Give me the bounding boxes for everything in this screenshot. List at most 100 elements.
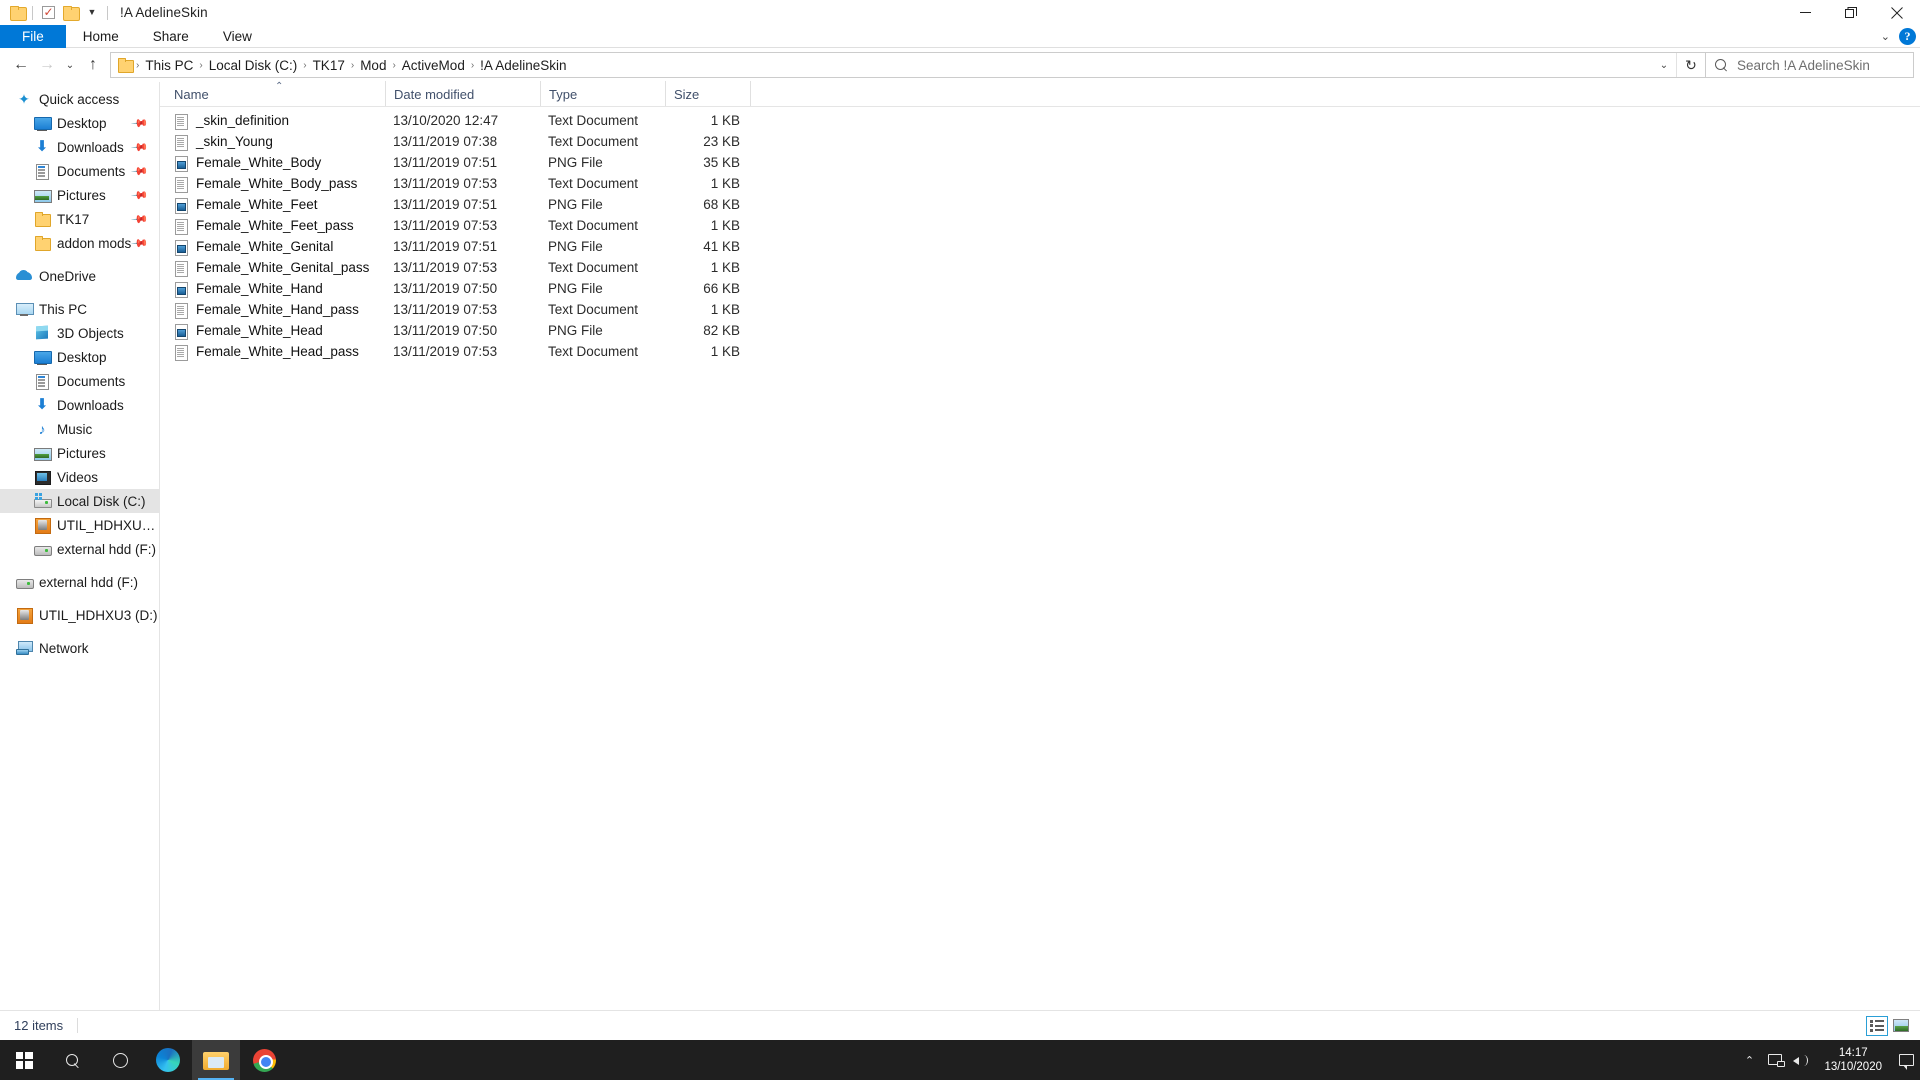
breadcrumb-current-folder[interactable]: !A AdelineSkin bbox=[475, 58, 571, 73]
properties-icon[interactable]: ✓ bbox=[37, 2, 59, 24]
clock-date: 13/10/2020 bbox=[1824, 1061, 1882, 1073]
forward-button[interactable]: → bbox=[34, 52, 60, 78]
sidebar-item-addon-mods[interactable]: addon mods 📌 bbox=[0, 231, 159, 255]
tab-home[interactable]: Home bbox=[66, 25, 136, 48]
table-row[interactable]: _skin_definition 13/10/2020 12:47 Text Doc… bbox=[160, 110, 1920, 131]
breadcrumb-this-pc[interactable]: This PC bbox=[140, 58, 198, 73]
details-view-button[interactable] bbox=[1866, 1015, 1888, 1036]
search-box[interactable]: Search !A AdelineSkin bbox=[1706, 52, 1914, 78]
address-bar[interactable]: › This PC › Local Disk (C:) › TK17 › Mod… bbox=[110, 52, 1706, 78]
table-row[interactable]: Female_White_Hand 13/11/2019 07:50 PNG Fil… bbox=[160, 278, 1920, 299]
sidebar-item-documents-quick[interactable]: Documents 📌 bbox=[0, 159, 159, 183]
file-explorer-button[interactable] bbox=[192, 1040, 240, 1080]
sidebar-item-this-pc[interactable]: This PC bbox=[0, 297, 159, 321]
sidebar-item-onedrive[interactable]: OneDrive bbox=[0, 264, 159, 288]
file-name-cell: Female_White_Hand_pass bbox=[170, 302, 385, 319]
minimize-button[interactable] bbox=[1782, 0, 1828, 25]
table-row[interactable]: Female_White_Body_pass 13/11/2019 07:53 Te… bbox=[160, 173, 1920, 194]
customize-dropdown-icon[interactable]: ▼ bbox=[81, 2, 103, 24]
help-icon[interactable]: ? bbox=[1899, 28, 1916, 45]
file-name-cell: Female_White_Hand bbox=[170, 281, 385, 298]
sidebar-item-local-disk-c[interactable]: Local Disk (C:) bbox=[0, 489, 159, 513]
sidebar-item-downloads-quick[interactable]: ⬇ Downloads 📌 bbox=[0, 135, 159, 159]
pin-icon[interactable]: 📌 bbox=[131, 234, 150, 252]
expand-ribbon-icon[interactable]: ⌄ bbox=[1881, 30, 1890, 43]
pin-icon[interactable]: 📌 bbox=[131, 162, 150, 180]
table-row[interactable]: Female_White_Head 13/11/2019 07:50 PNG Fil… bbox=[160, 320, 1920, 341]
maximize-button[interactable] bbox=[1828, 0, 1874, 25]
table-row[interactable]: Female_White_Genital_pass 13/11/2019 07:5… bbox=[160, 257, 1920, 278]
column-header-row: Name ⌃ Date modified Type Size bbox=[160, 81, 1920, 107]
breadcrumb-mod[interactable]: Mod bbox=[355, 58, 391, 73]
pin-icon[interactable]: 📌 bbox=[131, 138, 150, 156]
show-hidden-icons-button[interactable]: ⌃ bbox=[1736, 1040, 1762, 1080]
network-tray-button[interactable] bbox=[1762, 1040, 1788, 1080]
sidebar-item-desktop-quick[interactable]: Desktop 📌 bbox=[0, 111, 159, 135]
sidebar-item-downloads-pc[interactable]: ⬇ Downloads bbox=[0, 393, 159, 417]
quick-access-toolbar: ✓ ▼ !A AdelineSkin bbox=[0, 0, 208, 25]
sidebar-item-pictures-pc[interactable]: Pictures bbox=[0, 441, 159, 465]
sidebar-item-documents-pc[interactable]: Documents bbox=[0, 369, 159, 393]
file-name-label: Female_White_Feet bbox=[196, 197, 318, 212]
action-center-button[interactable] bbox=[1892, 1040, 1920, 1080]
table-row[interactable]: Female_White_Head_pass 13/11/2019 07:53 Te… bbox=[160, 341, 1920, 362]
breadcrumb-local-disk[interactable]: Local Disk (C:) bbox=[204, 58, 303, 73]
up-button[interactable]: ↑ bbox=[80, 52, 106, 78]
breadcrumb-activemod[interactable]: ActiveMod bbox=[397, 58, 470, 73]
sidebar-item-videos[interactable]: Videos bbox=[0, 465, 159, 489]
close-button[interactable] bbox=[1874, 0, 1920, 25]
volume-icon bbox=[1793, 1054, 1809, 1067]
tab-share[interactable]: Share bbox=[136, 25, 206, 48]
clock[interactable]: 14:17 13/10/2020 bbox=[1814, 1040, 1892, 1080]
table-row[interactable]: Female_White_Body 13/11/2019 07:51 PNG Fil… bbox=[160, 152, 1920, 173]
sidebar-item-external-hdd-f-child[interactable]: external hdd (F:) bbox=[0, 537, 159, 561]
breadcrumb-tk17[interactable]: TK17 bbox=[308, 58, 350, 73]
edge-button[interactable] bbox=[144, 1040, 192, 1080]
sidebar-item-util-hdhxu3-d-child[interactable]: UTIL_HDHXU3 (D:) bbox=[0, 513, 159, 537]
table-row[interactable]: Female_White_Feet_pass 13/11/2019 07:53 Te… bbox=[160, 215, 1920, 236]
png-file-icon bbox=[174, 281, 188, 298]
refresh-icon[interactable]: ↻ bbox=[1676, 53, 1705, 77]
table-row[interactable]: Female_White_Hand_pass 13/11/2019 07:53 Te… bbox=[160, 299, 1920, 320]
sidebar-item-network[interactable]: Network bbox=[0, 636, 159, 660]
new-folder-icon[interactable] bbox=[59, 2, 81, 24]
sidebar-item-tk17[interactable]: TK17 📌 bbox=[0, 207, 159, 231]
search-input[interactable]: Search !A AdelineSkin bbox=[1737, 58, 1870, 73]
sidebar-item-3d-objects[interactable]: 3D Objects bbox=[0, 321, 159, 345]
column-header-size[interactable]: Size bbox=[665, 81, 750, 106]
pin-icon[interactable]: 📌 bbox=[131, 210, 150, 228]
sidebar-item-desktop-pc[interactable]: Desktop bbox=[0, 345, 159, 369]
tab-view[interactable]: View bbox=[206, 25, 269, 48]
sidebar-label: Downloads bbox=[57, 397, 124, 413]
search-taskbar-button[interactable] bbox=[48, 1040, 96, 1080]
address-dropdown-icon[interactable]: ⌄ bbox=[1652, 53, 1676, 77]
taskbar: ⌃ 14:17 13/10/2020 bbox=[0, 1040, 1920, 1080]
column-header-date-modified[interactable]: Date modified bbox=[385, 81, 540, 106]
chrome-button[interactable] bbox=[240, 1040, 288, 1080]
table-row[interactable]: Female_White_Feet 13/11/2019 07:51 PNG Fil… bbox=[160, 194, 1920, 215]
table-row[interactable]: _skin_Young 13/11/2019 07:38 Text Document… bbox=[160, 131, 1920, 152]
sidebar-item-external-hdd-f[interactable]: external hdd (F:) bbox=[0, 570, 159, 594]
file-explorer-icon bbox=[203, 1050, 229, 1071]
sidebar-item-pictures-quick[interactable]: Pictures 📌 bbox=[0, 183, 159, 207]
back-button[interactable]: ← bbox=[8, 52, 34, 78]
cortana-button[interactable] bbox=[96, 1040, 144, 1080]
recent-locations-button[interactable]: ⌄ bbox=[60, 52, 80, 78]
column-header-name[interactable]: Name ⌃ bbox=[170, 81, 385, 106]
pin-icon[interactable]: 📌 bbox=[131, 186, 150, 204]
text-file-icon bbox=[174, 302, 188, 319]
file-date-cell: 13/11/2019 07:51 bbox=[393, 197, 498, 212]
qat-folder-icon[interactable] bbox=[6, 2, 28, 24]
tab-file[interactable]: File bbox=[0, 25, 66, 48]
column-header-type[interactable]: Type bbox=[540, 81, 665, 106]
volume-tray-button[interactable] bbox=[1788, 1040, 1814, 1080]
sidebar-item-music[interactable]: ♪ Music bbox=[0, 417, 159, 441]
sidebar-item-util-hdhxu3-d[interactable]: UTIL_HDHXU3 (D:) bbox=[0, 603, 159, 627]
start-button[interactable] bbox=[0, 1040, 48, 1080]
navigation-pane[interactable]: ✦ Quick access Desktop 📌 ⬇ Downloads 📌 D… bbox=[0, 82, 160, 1010]
pin-icon[interactable]: 📌 bbox=[131, 114, 150, 132]
large-icons-view-button[interactable] bbox=[1890, 1016, 1912, 1036]
sidebar-item-quick-access[interactable]: ✦ Quick access bbox=[0, 87, 159, 111]
table-row[interactable]: Female_White_Genital 13/11/2019 07:51 PNG … bbox=[160, 236, 1920, 257]
